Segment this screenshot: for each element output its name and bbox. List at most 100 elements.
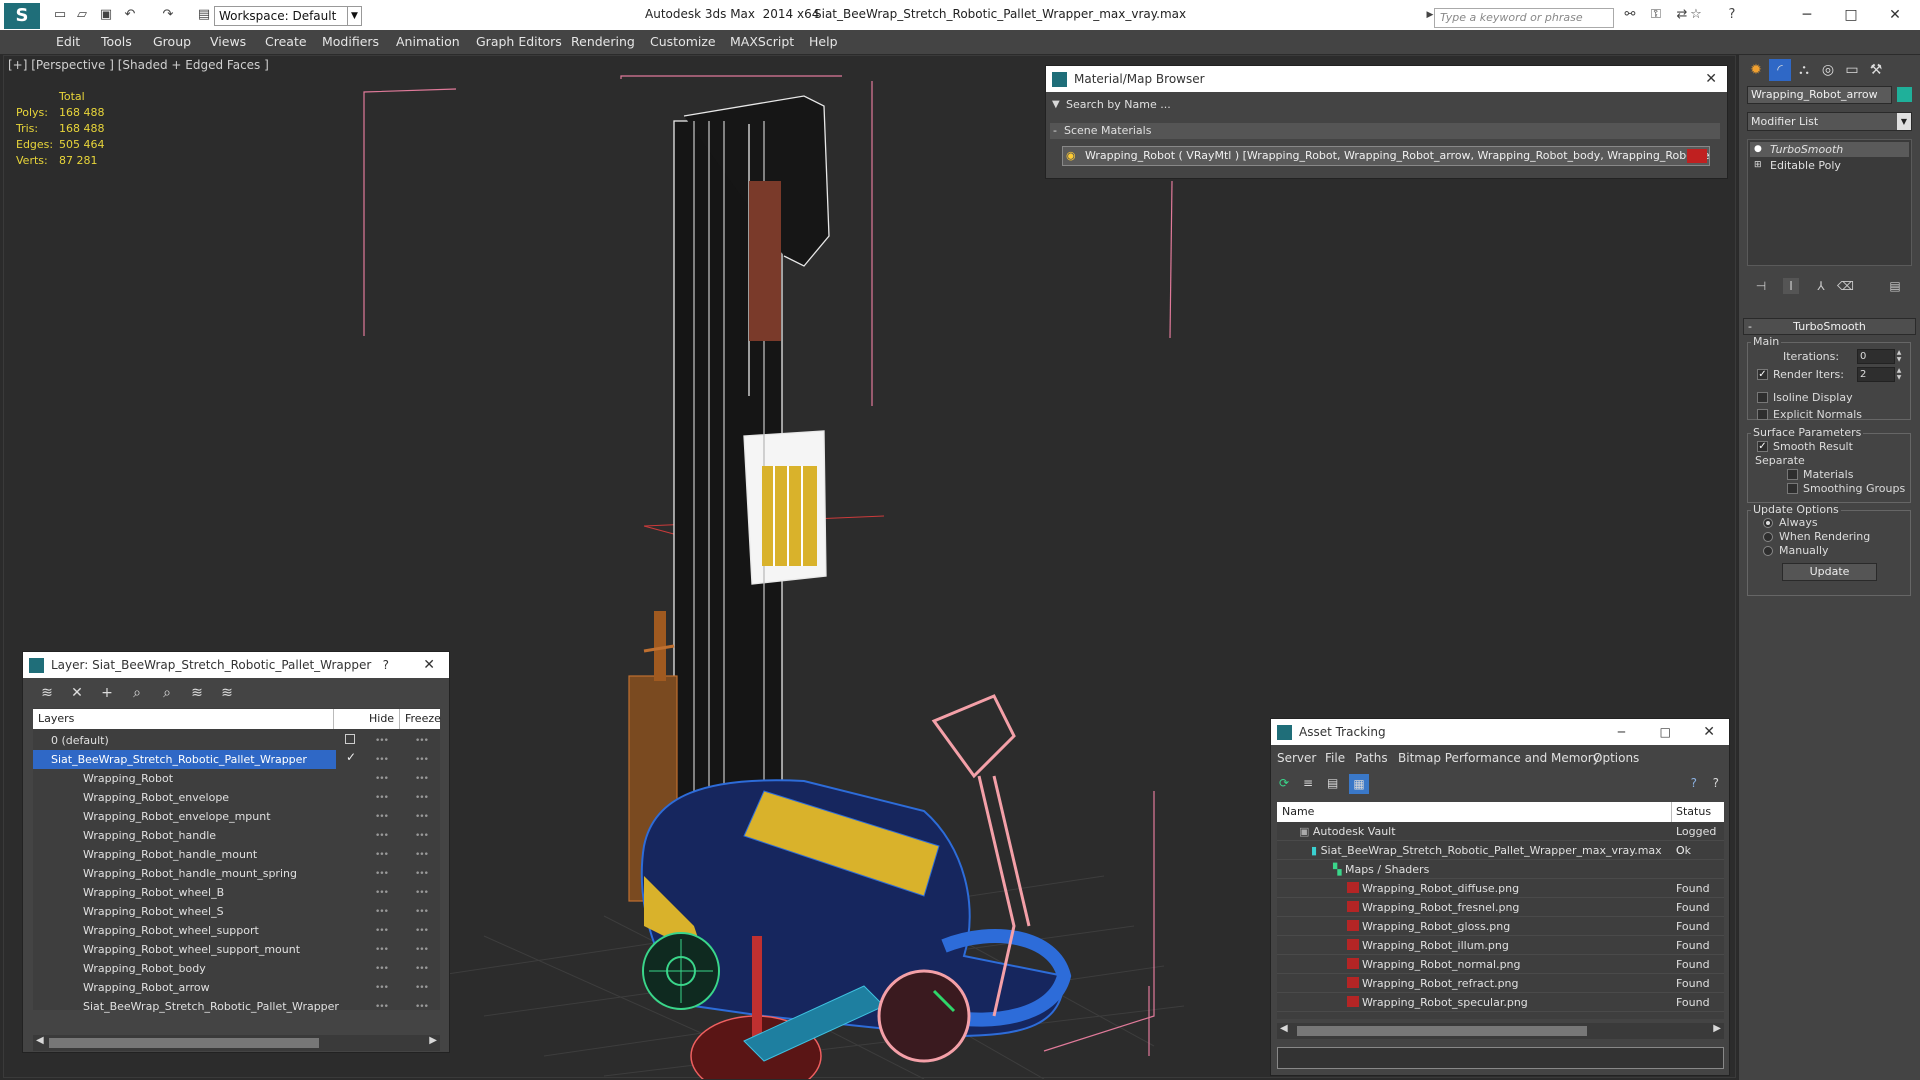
help-icon[interactable]: ? [1691,776,1697,790]
help-icon[interactable]: ? [383,652,389,678]
scroll-right-icon[interactable]: ▶ [429,1035,437,1046]
menu-views[interactable]: Views [210,34,246,49]
horizontal-scrollbar[interactable]: ◀ ▶ [33,1035,440,1051]
rollout-header[interactable]: - TurboSmooth [1743,318,1916,335]
workspace-dropdown[interactable]: Workspace: Default ▼ [214,6,362,26]
hierarchy-tab-icon[interactable]: ⛬ [1793,59,1815,81]
menu-edit[interactable]: Edit [56,34,80,49]
layer-row[interactable]: 0 (default) [33,731,333,750]
checkmark-icon[interactable]: ✓ [346,750,356,764]
menu-customize[interactable]: Customize [650,34,716,49]
menu-group[interactable]: Group [153,34,191,49]
layer-row-selected[interactable]: Siat_BeeWrap_Stretch_Robotic_Pallet_Wrap… [33,750,336,769]
binoculars-icon[interactable]: ⚯ [1622,8,1638,22]
material-search-input[interactable]: Search by Name ... [1066,98,1721,114]
asset-row[interactable]: ▚ Maps / Shaders [1277,860,1724,879]
layer-row[interactable]: Wrapping_Robot_envelope [33,788,333,807]
layer-row[interactable]: Wrapping_Robot_body [33,959,333,978]
asset-row[interactable]: Wrapping_Robot_illum.png Found [1277,936,1724,955]
key-icon[interactable]: ⚿ [1648,8,1664,22]
menu-tools[interactable]: Tools [101,34,132,49]
chevron-down-icon[interactable]: ▼ [1897,113,1911,130]
menu-animation[interactable]: Animation [396,34,460,49]
select-objects-icon[interactable]: ⌕ [129,685,145,701]
scroll-right-icon[interactable]: ▶ [1713,1023,1721,1034]
modifier-list-dropdown[interactable]: Modifier List ▼ [1747,112,1912,131]
close-icon[interactable]: ✕ [1705,66,1717,92]
undo-icon[interactable]: ↶ [122,8,138,22]
scrollbar-thumb[interactable] [49,1038,319,1048]
menu-help[interactable]: Help [809,34,838,49]
render-iters-checkbox[interactable]: ✓ [1757,369,1768,380]
when-rendering-radio[interactable] [1763,532,1773,542]
active-layer-box[interactable] [345,734,355,744]
smoothing-groups-checkbox[interactable] [1787,483,1798,494]
stack-item-editable-poly[interactable]: ⊞ Editable Poly [1750,158,1909,173]
explicit-normals-checkbox[interactable] [1757,409,1768,420]
layer-row[interactable]: Wrapping_Robot_arrow [33,978,333,997]
stack-item-turbosmooth[interactable]: ● TurboSmooth [1750,142,1909,157]
spinner-arrows-icon[interactable]: ▲ ▼ [1895,349,1903,364]
configure-sets-icon[interactable]: ▤ [1887,278,1903,294]
save-icon[interactable]: ▣ [98,8,114,22]
hide-all-icon[interactable]: ≋ [189,685,205,701]
table-view-icon[interactable]: ▦ [1349,774,1369,794]
materials-checkbox[interactable] [1787,469,1798,480]
asset-row[interactable]: ▣ Autodesk Vault Logged O [1277,822,1724,857]
maximize-button[interactable]: □ [1836,4,1866,26]
scroll-left-icon[interactable]: ◀ [1280,1023,1288,1034]
layer-row[interactable]: Siat_BeeWrap_Stretch_Robotic_Pallet_Wrap… [33,997,339,1016]
scroll-left-icon[interactable]: ◀ [36,1035,44,1046]
layer-row[interactable]: Wrapping_Robot_handle_mount_spring [33,864,333,883]
asset-row[interactable]: Wrapping_Robot_normal.png Found [1277,955,1724,974]
delete-layer-icon[interactable]: ✕ [69,685,85,701]
chevron-down-icon[interactable]: ▼ [347,7,361,25]
open-file-icon[interactable]: ▱ [74,8,90,22]
menu-options[interactable]: Options [1593,751,1639,765]
asset-row[interactable]: Wrapping_Robot_refract.png Found [1277,974,1724,993]
asset-row[interactable]: Wrapping_Robot_gloss.png Found [1277,917,1724,936]
freeze-column-header[interactable]: Freeze [405,712,441,725]
horizontal-scrollbar[interactable]: ◀ ▶ [1277,1023,1724,1039]
filter-icon[interactable]: ▼ [1052,99,1060,110]
pin-stack-icon[interactable]: ⊣ [1753,278,1769,294]
layers-icon[interactable]: ≋ [39,685,55,701]
viewport-label[interactable]: [+] [Perspective ] [Shaded + Edged Faces… [8,58,269,72]
show-end-result-icon[interactable]: I [1783,278,1799,294]
asset-tracking-titlebar[interactable]: Asset Tracking ─ □ ✕ [1271,719,1729,745]
close-icon[interactable]: ✕ [423,652,435,678]
menu-bitmap-performance[interactable]: Bitmap Performance and Memory [1398,751,1600,765]
menu-maxscript[interactable]: MAXScript [730,34,794,49]
object-name-field[interactable]: Wrapping_Robot_arrow [1747,86,1892,104]
layer-row[interactable]: Wrapping_Robot_wheel_S [33,902,333,921]
project-folder-icon[interactable]: ▤ [196,8,212,22]
asset-row[interactable]: ▮ Siat_BeeWrap_Stretch_Robotic_Pallet_Wr… [1277,841,1724,860]
redo-icon[interactable]: ↷ [160,8,176,22]
scene-materials-section[interactable]: - Scene Materials [1050,123,1720,139]
status-column-header[interactable]: Status [1676,805,1711,818]
collapse-icon[interactable]: - [1053,123,1057,139]
layer-list[interactable]: 0 (default) Siat_BeeWrap_Stretch_Robotic… [33,708,440,1013]
spinner-arrows-icon[interactable]: ▲ ▼ [1895,367,1903,382]
material-item[interactable]: ◉ Wrapping_Robot ( VRayMtl ) [Wrapping_R… [1062,146,1710,166]
utilities-tab-icon[interactable]: ⚒ [1865,59,1887,81]
search-input[interactable]: Type a keyword or phrase [1434,8,1614,28]
tree-view-icon[interactable]: ▤ [1327,776,1338,790]
collapse-icon[interactable]: - [1748,319,1752,334]
always-radio[interactable] [1763,518,1773,528]
hide-column-toggles[interactable]: ••• ••• ••• ••• ••• ••• ••• ••• ••• ••• ••• ••• ••• •… [375,732,389,1017]
layers-column-header[interactable]: Layers [38,712,74,725]
modifier-stack[interactable]: ● TurboSmooth ⊞ Editable Poly [1747,139,1912,266]
render-iters-spinner[interactable]: 2 [1857,367,1895,382]
freeze-all-icon[interactable]: ≋ [219,685,235,701]
add-layer-icon[interactable]: + [99,685,115,701]
hide-column-header[interactable]: Hide [369,712,394,725]
menu-graph-editors[interactable]: Graph Editors [476,34,562,49]
close-button[interactable]: ✕ [1703,719,1715,745]
help-icon[interactable]: ? [1724,8,1740,22]
smooth-result-checkbox[interactable]: ✓ [1757,441,1768,452]
isoline-display-checkbox[interactable] [1757,392,1768,403]
close-button[interactable]: ✕ [1880,4,1910,26]
menu-create[interactable]: Create [265,34,307,49]
remove-modifier-icon[interactable]: ⌫ [1837,278,1854,294]
